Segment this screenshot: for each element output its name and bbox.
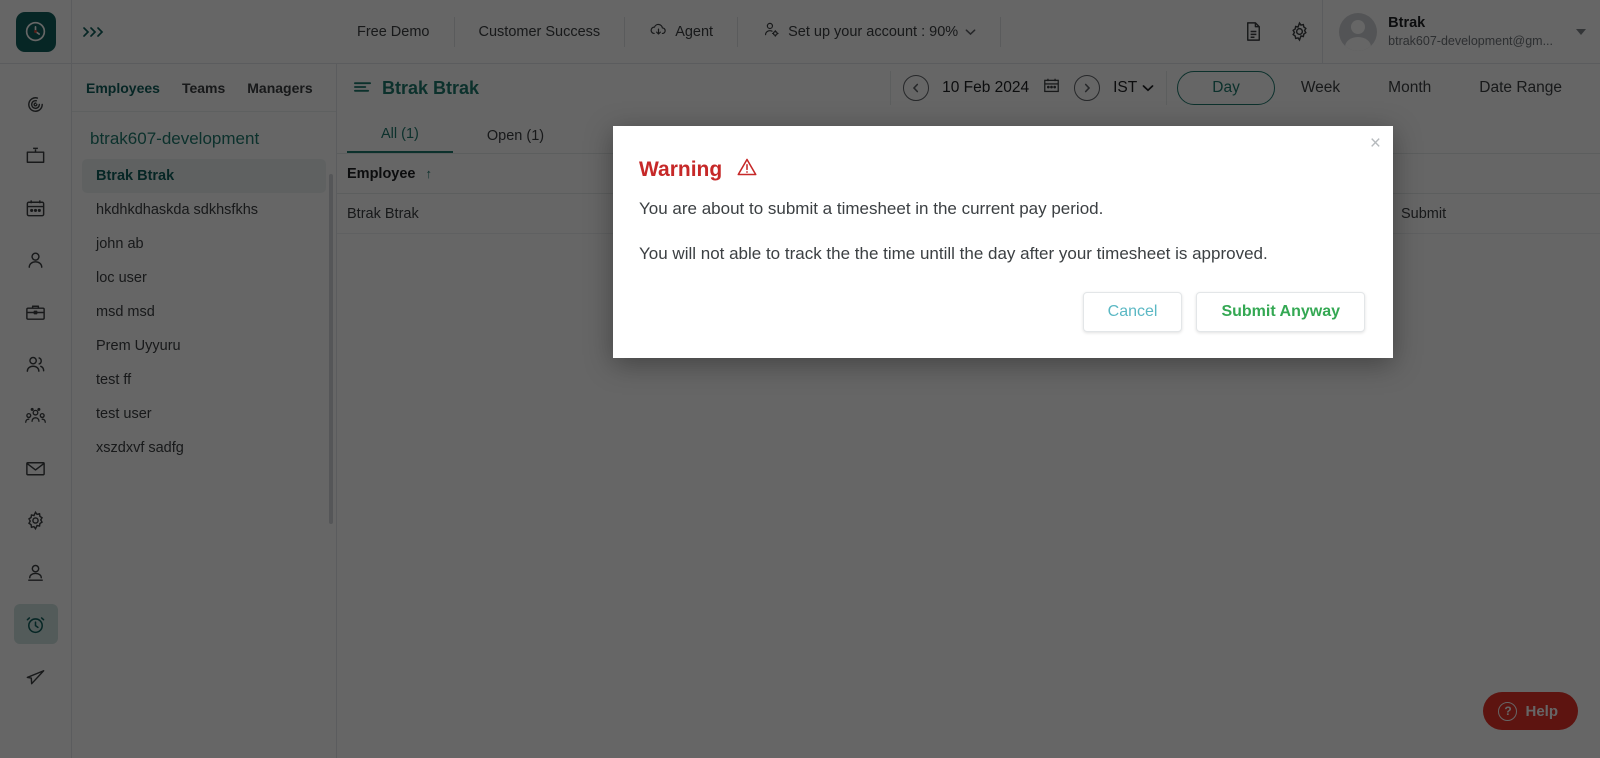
modal-message-line-2: You will not able to track the the time … [639,243,1268,263]
warning-triangle-icon [736,156,758,184]
modal-message-line-1: You are about to submit a timesheet in t… [639,199,1104,218]
close-icon[interactable]: × [1370,134,1381,153]
warning-modal: × Warning You are about to submit a time… [613,126,1393,358]
modal-title: Warning [639,156,1363,184]
modal-body: Warning You are about to submit a timesh… [613,126,1393,266]
submit-anyway-button[interactable]: Submit Anyway [1196,291,1365,332]
modal-actions: Cancel Submit Anyway [613,266,1393,358]
modal-overlay[interactable] [0,0,1600,758]
modal-title-label: Warning [639,158,723,181]
cancel-button[interactable]: Cancel [1082,291,1183,332]
